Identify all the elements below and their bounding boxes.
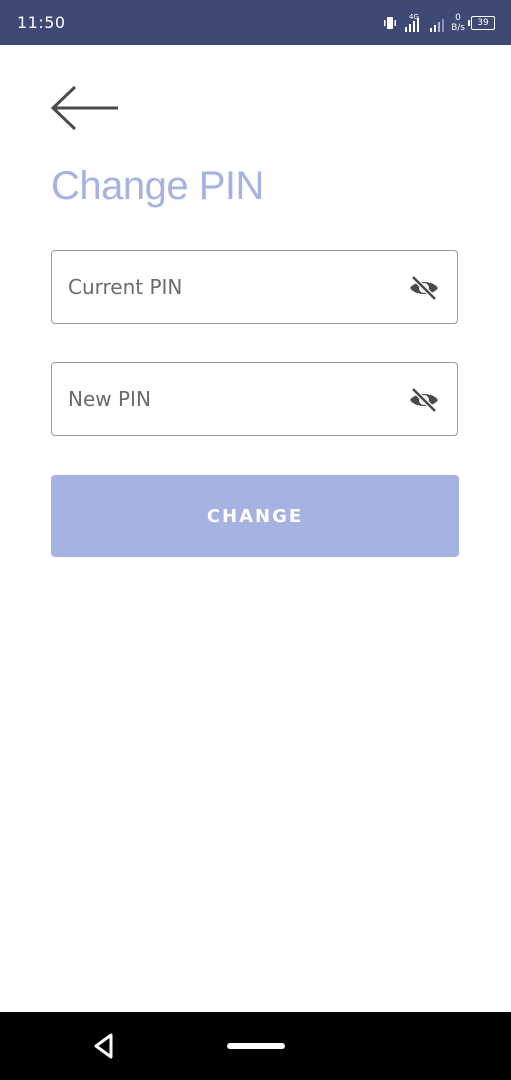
eye-off-icon: [410, 275, 438, 301]
vibrate-icon: [383, 16, 397, 30]
navigation-bar: [0, 1012, 511, 1080]
battery-level: 39: [477, 18, 489, 28]
new-pin-input[interactable]: [52, 363, 457, 435]
status-icons: 4G 0 B/s 39: [383, 10, 495, 36]
home-pill-icon[interactable]: [227, 1043, 285, 1049]
signal-icon: [429, 14, 445, 32]
current-pin-field[interactable]: [51, 250, 458, 324]
net-speed-unit: B/s: [451, 23, 465, 33]
page-title: Change PIN: [51, 164, 264, 208]
battery-icon: 39: [468, 16, 495, 30]
change-button[interactable]: CHANGE: [51, 475, 459, 557]
net-speed: 0 B/s: [451, 13, 465, 33]
triangle-back-icon: [94, 1033, 113, 1059]
nav-back-button[interactable]: [88, 1030, 120, 1062]
new-pin-visibility-toggle[interactable]: [407, 385, 441, 415]
status-time: 11:50: [17, 13, 66, 32]
current-pin-visibility-toggle[interactable]: [407, 273, 441, 303]
eye-off-icon: [410, 387, 438, 413]
arrow-left-icon: [50, 85, 118, 131]
signal-4g-icon: 4G: [403, 13, 423, 33]
current-pin-input[interactable]: [52, 251, 457, 323]
new-pin-field[interactable]: [51, 362, 458, 436]
change-pin-screen: 11:50 4G 0 B/s 39 Change PIN CHANGE: [0, 0, 511, 1080]
back-button[interactable]: [48, 84, 124, 134]
status-bar: 11:50 4G 0 B/s 39: [0, 0, 511, 45]
net-speed-value: 0: [455, 13, 461, 23]
